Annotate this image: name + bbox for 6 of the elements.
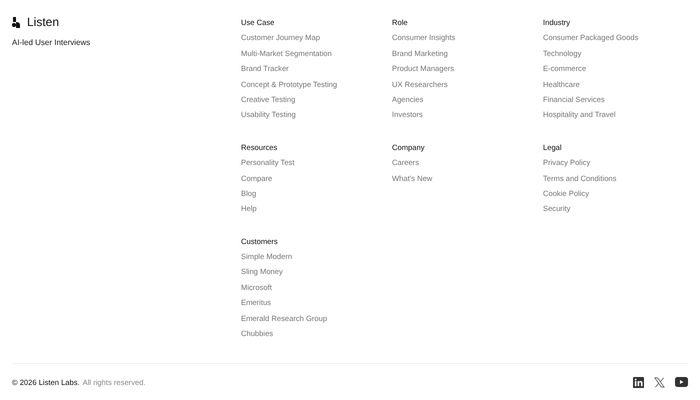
tagline: AI-led User Interviews xyxy=(12,38,92,47)
x-icon[interactable] xyxy=(654,376,665,388)
youtube-icon[interactable] xyxy=(675,377,688,387)
logo-icon xyxy=(12,16,21,28)
brand-name[interactable]: Listen xyxy=(27,15,60,29)
linkedin-icon[interactable] xyxy=(633,376,644,388)
